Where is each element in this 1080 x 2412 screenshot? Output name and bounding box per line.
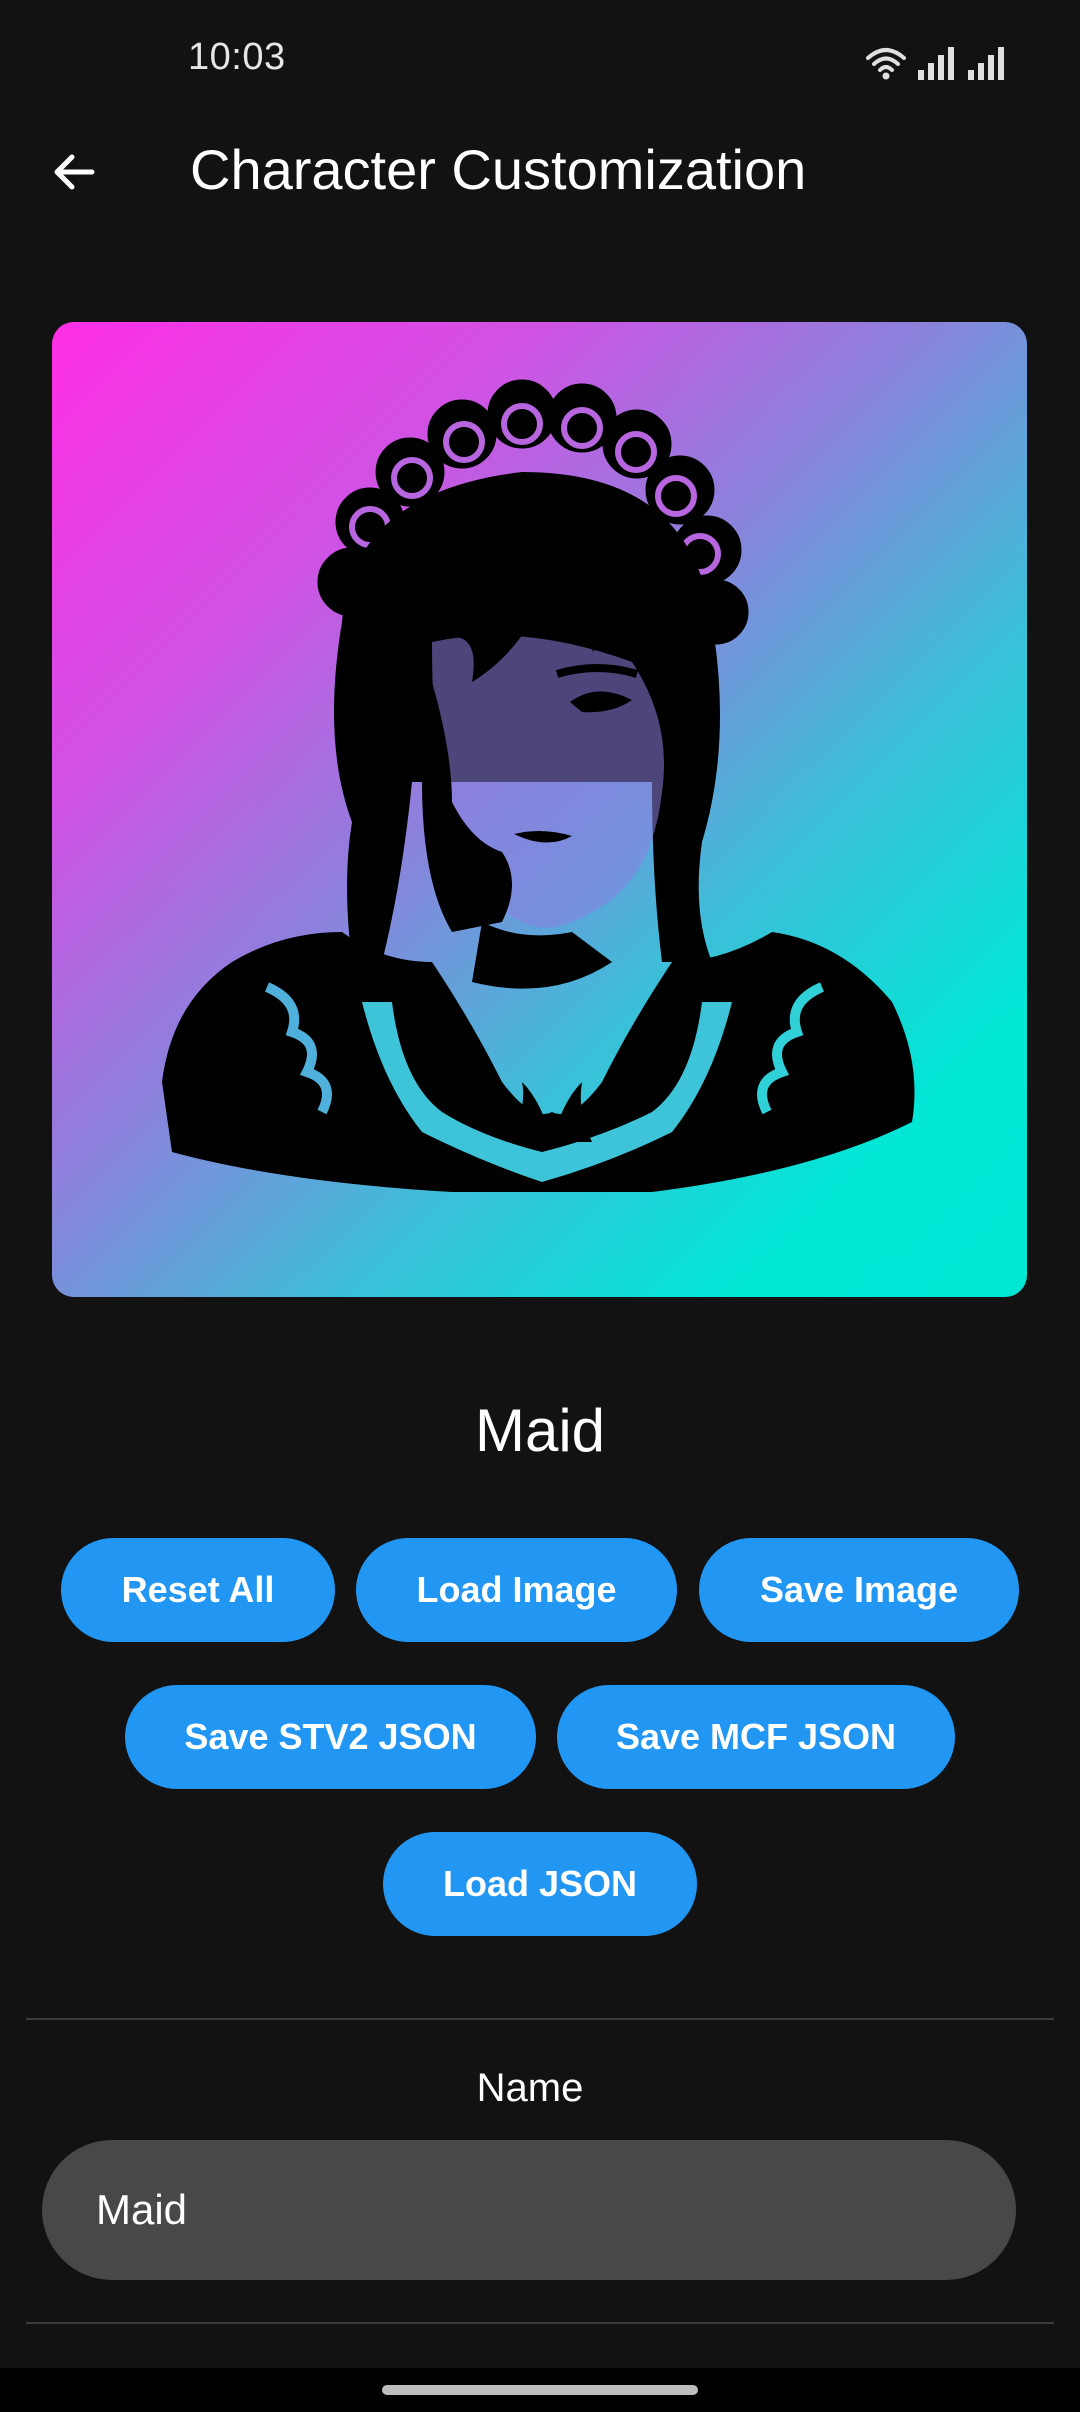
home-indicator[interactable] <box>382 2385 698 2395</box>
navigation-bar <box>0 2368 1080 2412</box>
signal-icon <box>968 47 1004 80</box>
status-time: 10:03 <box>188 36 286 78</box>
arrow-left-icon <box>54 154 95 190</box>
wifi-icon <box>866 48 906 80</box>
character-portrait <box>52 322 1027 1297</box>
status-bar: 10:03 <box>0 0 1080 124</box>
status-icons <box>866 40 1006 80</box>
character-name: Maid <box>474 1397 606 1464</box>
maid-silhouette-image <box>162 379 915 1192</box>
name-field[interactable] <box>42 2140 1016 2280</box>
back-button[interactable] <box>36 134 112 210</box>
save-image-button[interactable]: Save Image <box>699 1538 1019 1642</box>
reset-all-button[interactable]: Reset All <box>61 1538 335 1642</box>
save-stv2-json-button[interactable]: Save STV2 JSON <box>125 1685 536 1789</box>
name-field-label: Name <box>476 2066 584 2110</box>
app-bar: Character Customization <box>0 124 1080 212</box>
page-title: Character Customization <box>190 138 807 201</box>
divider <box>26 2018 1054 2020</box>
signal-icon <box>918 47 954 80</box>
load-image-button[interactable]: Load Image <box>356 1538 677 1642</box>
divider <box>26 2322 1054 2324</box>
load-json-button[interactable]: Load JSON <box>383 1832 697 1936</box>
save-mcf-json-button[interactable]: Save MCF JSON <box>557 1685 955 1789</box>
